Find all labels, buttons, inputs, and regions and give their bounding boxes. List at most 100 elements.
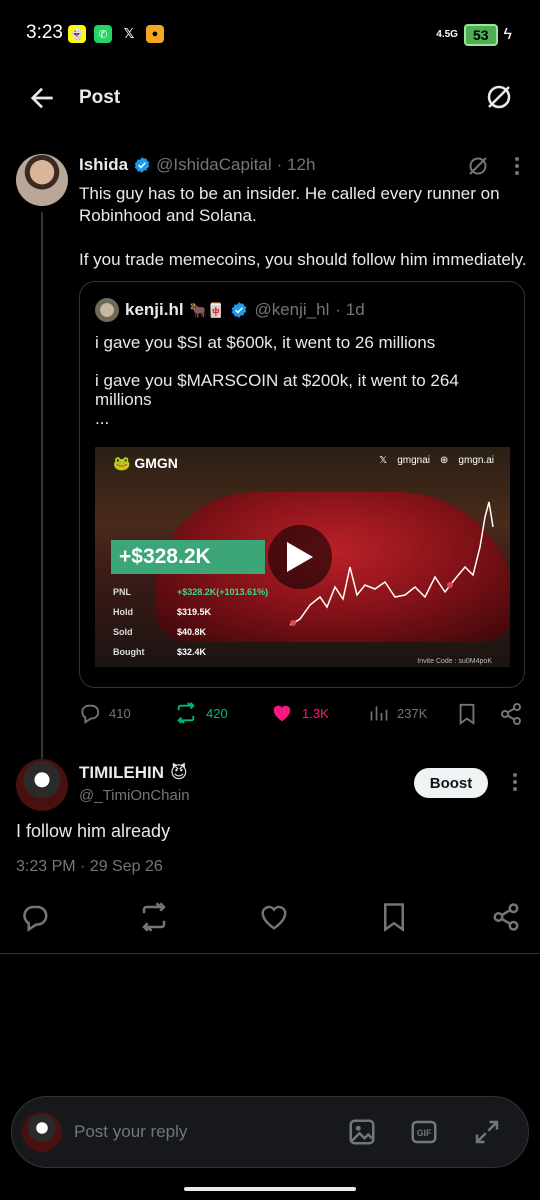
video-thumbnail[interactable]: 🐸 GMGN 𝕏 gmgnai ⊕ gmgn.ai +$328.2K PNL +$… xyxy=(95,447,510,667)
stat-row: Bought $32.4K xyxy=(113,647,268,667)
heart-icon[interactable] xyxy=(259,902,289,932)
views-button[interactable]: 237K xyxy=(369,702,427,724)
status-time: 3:23 xyxy=(26,22,63,43)
views-count: 237K xyxy=(397,705,428,721)
divider xyxy=(0,953,540,954)
reply-body: I follow him already xyxy=(16,821,171,841)
verified-badge-icon xyxy=(232,302,247,318)
stat-value: $319.5K xyxy=(177,607,212,617)
share-icon[interactable] xyxy=(499,702,523,726)
snapchat-icon: 👻 xyxy=(68,25,86,43)
post-top-actions xyxy=(466,154,520,178)
svg-text:GIF: GIF xyxy=(417,1128,432,1138)
reply-author-emoji: 😈 xyxy=(170,763,188,782)
stat-row: PNL +$328.2K(+1013.61%) xyxy=(113,587,268,607)
reply-input[interactable]: Post your reply xyxy=(74,1122,187,1142)
share-icon[interactable] xyxy=(491,902,521,932)
reply-author-header: TIMILEHIN 😈 xyxy=(79,763,188,783)
media-brand: 🐸 GMGN xyxy=(113,455,178,472)
expand-icon[interactable] xyxy=(472,1117,502,1147)
media-brand-text: GMGN xyxy=(134,455,178,471)
quoted-post-header: kenji.hl 🐂🀄 @kenji_hl · 1d xyxy=(95,298,365,322)
quoted-post-time: · 1d xyxy=(335,300,365,319)
quoted-post[interactable]: kenji.hl 🐂🀄 @kenji_hl · 1d i gave you $S… xyxy=(79,281,525,688)
repost-button[interactable]: 420 xyxy=(174,702,228,724)
stat-value: +$328.2K(+1013.61%) xyxy=(177,587,269,597)
post-text-line: If you trade memecoins, you should follo… xyxy=(79,250,527,269)
network-indicator: 4.5G xyxy=(436,29,458,40)
post-text-line: This guy has to be an insider. He called… xyxy=(79,184,500,225)
quoted-author-handle: @kenji_hl xyxy=(254,300,330,319)
stat-label: Sold xyxy=(113,627,133,637)
quoted-text-line: i gave you $SI at $600k, it went to 26 m… xyxy=(95,333,436,352)
media-social-links: 𝕏 gmgnai ⊕ gmgn.ai xyxy=(379,455,494,466)
stat-value: $40.8K xyxy=(177,627,207,637)
reply-icon[interactable] xyxy=(20,902,50,932)
reply-author-name[interactable]: TIMILEHIN xyxy=(79,763,164,783)
post-author-name[interactable]: Ishida xyxy=(79,155,128,175)
more-options-icon[interactable] xyxy=(514,156,520,176)
media-website: gmgn.ai xyxy=(458,455,494,466)
grok-icon[interactable] xyxy=(466,154,490,178)
page-title: Post xyxy=(79,87,121,108)
stat-label: PNL xyxy=(113,587,131,597)
post-author-handle[interactable]: @IshidaCapital xyxy=(156,155,272,175)
frog-logo-icon: 🐸 xyxy=(113,455,131,471)
charging-icon: ϟ xyxy=(503,26,512,43)
reply-timestamp: 3:23 PM · 29 Sep 26 xyxy=(16,858,163,875)
quoted-author-emoji: 🐂🀄 xyxy=(189,301,225,318)
media-x-handle: gmgnai xyxy=(397,455,431,466)
x-icon: 𝕏 xyxy=(379,455,388,466)
repost-count: 420 xyxy=(206,705,228,721)
play-button[interactable] xyxy=(268,525,332,589)
stat-value: $32.4K xyxy=(177,647,207,657)
bookmark-icon[interactable] xyxy=(379,902,409,932)
home-indicator[interactable] xyxy=(184,1187,356,1191)
stat-label: Bought xyxy=(113,647,145,657)
quoted-text-line: i gave you $MARSCOIN at $200k, it went t… xyxy=(95,371,459,409)
repost-icon[interactable] xyxy=(139,902,169,932)
status-right: 4.5G 53 ϟ xyxy=(436,24,512,46)
repost-icon xyxy=(177,702,195,724)
stat-label: Hold xyxy=(113,607,133,617)
status-app-icons: 👻 ✆ 𝕏 ● xyxy=(68,25,164,43)
bookmark-icon[interactable] xyxy=(456,702,478,726)
reply-button[interactable]: 410 xyxy=(79,702,131,724)
play-icon xyxy=(287,542,313,572)
quoted-post-body: i gave you $SI at $600k, it went to 26 m… xyxy=(95,333,515,447)
post-time: · 12h xyxy=(276,155,316,174)
stat-row: Sold $40.8K xyxy=(113,627,268,647)
globe-icon: ⊕ xyxy=(440,455,449,466)
stat-row: Hold $319.5K xyxy=(113,607,268,627)
reply-count: 410 xyxy=(109,705,131,721)
thread-line xyxy=(41,212,43,760)
quoted-text-ellipsis: ... xyxy=(95,409,110,428)
post-body: This guy has to be an insider. He called… xyxy=(79,183,529,293)
back-arrow-icon[interactable] xyxy=(26,82,58,114)
reply-author-handle[interactable]: @_TimiOnChain xyxy=(79,787,190,804)
quoted-author-avatar xyxy=(95,298,119,322)
grok-icon[interactable] xyxy=(484,82,514,112)
like-button[interactable]: 1.3K xyxy=(270,702,329,724)
battery-indicator: 53 xyxy=(463,24,498,46)
heart-filled-icon xyxy=(273,705,291,722)
boost-button[interactable]: Boost xyxy=(414,768,488,798)
post-author-avatar[interactable] xyxy=(16,154,68,206)
whatsapp-icon: ✆ xyxy=(94,25,112,43)
post-author-header: Ishida @IshidaCapital · 12h xyxy=(79,155,315,175)
pnl-badge: +$328.2K xyxy=(111,540,265,574)
pnl-stats: PNL +$328.2K(+1013.61%) Hold $319.5K Sold $… xyxy=(113,587,268,667)
invite-code: Invite Code : su0M4poK xyxy=(417,658,492,665)
verified-badge-icon xyxy=(134,157,150,173)
reply-author-avatar[interactable] xyxy=(16,759,68,811)
reply-action-bar xyxy=(0,902,540,932)
more-options-icon[interactable] xyxy=(512,772,518,792)
top-bar: Post xyxy=(0,72,540,124)
user-avatar xyxy=(22,1112,62,1152)
x-icon: 𝕏 xyxy=(123,26,135,41)
app-icon: ● xyxy=(146,25,164,43)
gif-icon[interactable]: GIF xyxy=(409,1117,439,1147)
image-icon[interactable] xyxy=(347,1117,377,1147)
post-action-bar: 410 420 1.3K 237K xyxy=(79,702,525,728)
reply-composer[interactable]: Post your reply GIF xyxy=(11,1096,529,1168)
